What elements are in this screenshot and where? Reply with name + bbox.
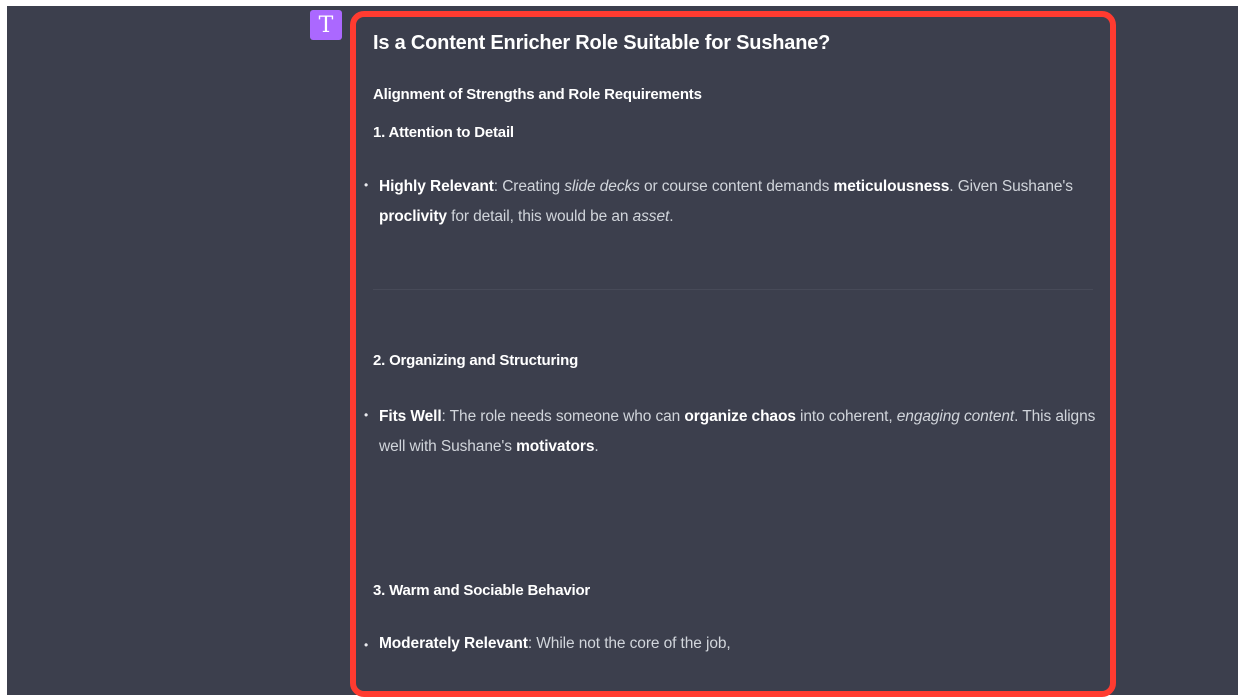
item-heading: 3. Warm and Sociable Behavior xyxy=(373,582,591,599)
item-bullet-text: Highly Relevant: Creating slide decks or… xyxy=(379,172,1099,232)
item-heading: 1. Attention to Detail xyxy=(373,124,514,141)
message-title: Is a Content Enricher Role Suitable for … xyxy=(373,32,831,54)
text-run: : Creating xyxy=(493,178,565,195)
text-run: asset xyxy=(632,208,670,225)
text-run: . xyxy=(594,438,599,455)
text-run: . Given Sushane's xyxy=(949,178,1073,195)
bullet-dot: • xyxy=(364,408,369,422)
section-heading: Alignment of Strengths and Role Requirem… xyxy=(373,86,702,103)
text-run: motivators xyxy=(516,438,595,455)
item-bullet-text: Moderately Relevant: While not the core … xyxy=(379,629,1099,659)
bullet-label: Fits Well xyxy=(379,408,442,425)
text-run: . xyxy=(669,208,674,225)
bullet-label: Highly Relevant xyxy=(379,178,494,195)
bullet-label: Moderately Relevant xyxy=(379,635,528,652)
text-run: engaging content xyxy=(896,408,1015,425)
item-bullet-text: Fits Well: The role needs someone who ca… xyxy=(379,402,1099,462)
avatar-letter: T xyxy=(318,12,334,38)
text-run: proclivity xyxy=(379,208,447,225)
text-run: : While not the core of the job, xyxy=(527,635,731,652)
text-run: or course content demands xyxy=(639,178,834,195)
bullet-dot: • xyxy=(364,638,369,652)
text-run: meticulousness xyxy=(833,178,950,195)
bullet-dot: • xyxy=(364,178,369,192)
text-run: into coherent, xyxy=(795,408,897,425)
item-heading: 2. Organizing and Structuring xyxy=(373,352,579,369)
text-run: slide decks xyxy=(564,178,640,195)
text-run: for detail, this would be an xyxy=(446,208,633,225)
text-run: organize chaos xyxy=(684,408,796,425)
text-run: : The role needs someone who can xyxy=(441,408,685,425)
user-avatar: T xyxy=(310,10,342,40)
divider xyxy=(373,289,1093,290)
